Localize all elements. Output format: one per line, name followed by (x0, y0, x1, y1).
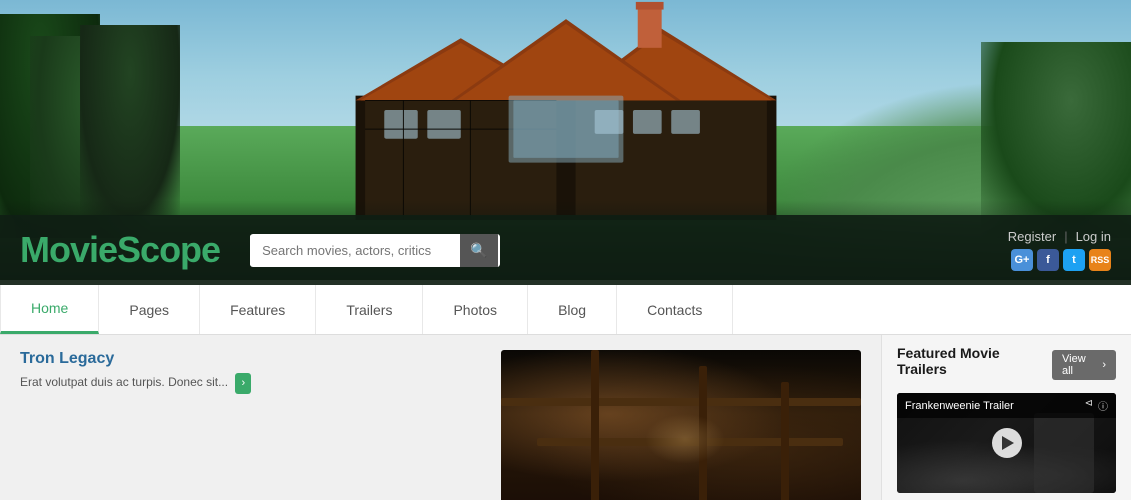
nav-features[interactable]: Features (200, 285, 316, 334)
nav-blog[interactable]: Blog (528, 285, 617, 334)
twitter-icon[interactable]: t (1063, 249, 1085, 271)
info-icon[interactable]: ⓘ (1098, 398, 1108, 413)
main-content: Tron Legacy Erat volutpat duis ac turpis… (0, 335, 881, 500)
video-controls: ⊲ ⓘ (1085, 398, 1108, 413)
search-input[interactable] (250, 235, 460, 266)
logo-movie: Movie (20, 229, 117, 270)
nav-photos[interactable]: Photos (423, 285, 528, 334)
facebook-icon[interactable]: f (1037, 249, 1059, 271)
article-thumb-tron (501, 350, 861, 500)
google-plus-icon[interactable]: G+ (1011, 249, 1033, 271)
login-link[interactable]: Log in (1076, 229, 1111, 244)
auth-links: Register | Log in (1008, 229, 1111, 244)
header-right: Register | Log in G+ f t RSS (1008, 229, 1111, 271)
view-all-button[interactable]: View all › (1052, 350, 1116, 380)
sidebar: Featured Movie Trailers View all › Frank… (881, 335, 1131, 500)
search-button[interactable]: 🔍 (460, 234, 497, 267)
social-icons: G+ f t RSS (1011, 249, 1111, 271)
content-area: Tron Legacy Erat volutpat duis ac turpis… (0, 335, 1131, 500)
featured-trailers-title: Featured Movie Trailers (897, 345, 1052, 377)
video-thumbnail[interactable]: Frankenweenie Trailer ⊲ ⓘ (897, 393, 1116, 493)
sidebar-header: Featured Movie Trailers View all › (897, 345, 1116, 385)
share-icon[interactable]: ⊲ (1085, 398, 1093, 413)
read-more-tron[interactable]: › (235, 373, 251, 394)
play-button[interactable] (992, 428, 1022, 458)
nav-trailers[interactable]: Trailers (316, 285, 423, 334)
register-link[interactable]: Register (1008, 229, 1056, 244)
auth-divider: | (1064, 229, 1067, 244)
nav-home[interactable]: Home (0, 285, 99, 334)
nav-pages[interactable]: Pages (99, 285, 200, 334)
site-logo[interactable]: MovieScope (20, 229, 220, 271)
video-title-bar: Frankenweenie Trailer ⊲ ⓘ (897, 393, 1116, 418)
nav-contacts[interactable]: Contacts (617, 285, 733, 334)
video-title: Frankenweenie Trailer (905, 400, 1014, 412)
play-triangle-icon (1002, 436, 1014, 450)
video-play-area[interactable] (992, 428, 1022, 458)
search-bar: 🔍 (250, 234, 500, 267)
main-header: MovieScope 🔍 Register | Log in G+ f t RS… (0, 215, 1131, 285)
nav-bar: Home Pages Features Trailers Photos Blog… (0, 285, 1131, 335)
article-tron: Tron Legacy Erat volutpat duis ac turpis… (20, 350, 861, 500)
rss-icon[interactable]: RSS (1089, 249, 1111, 271)
logo-scope: Scope (117, 229, 220, 270)
house-illustration (266, 0, 866, 220)
